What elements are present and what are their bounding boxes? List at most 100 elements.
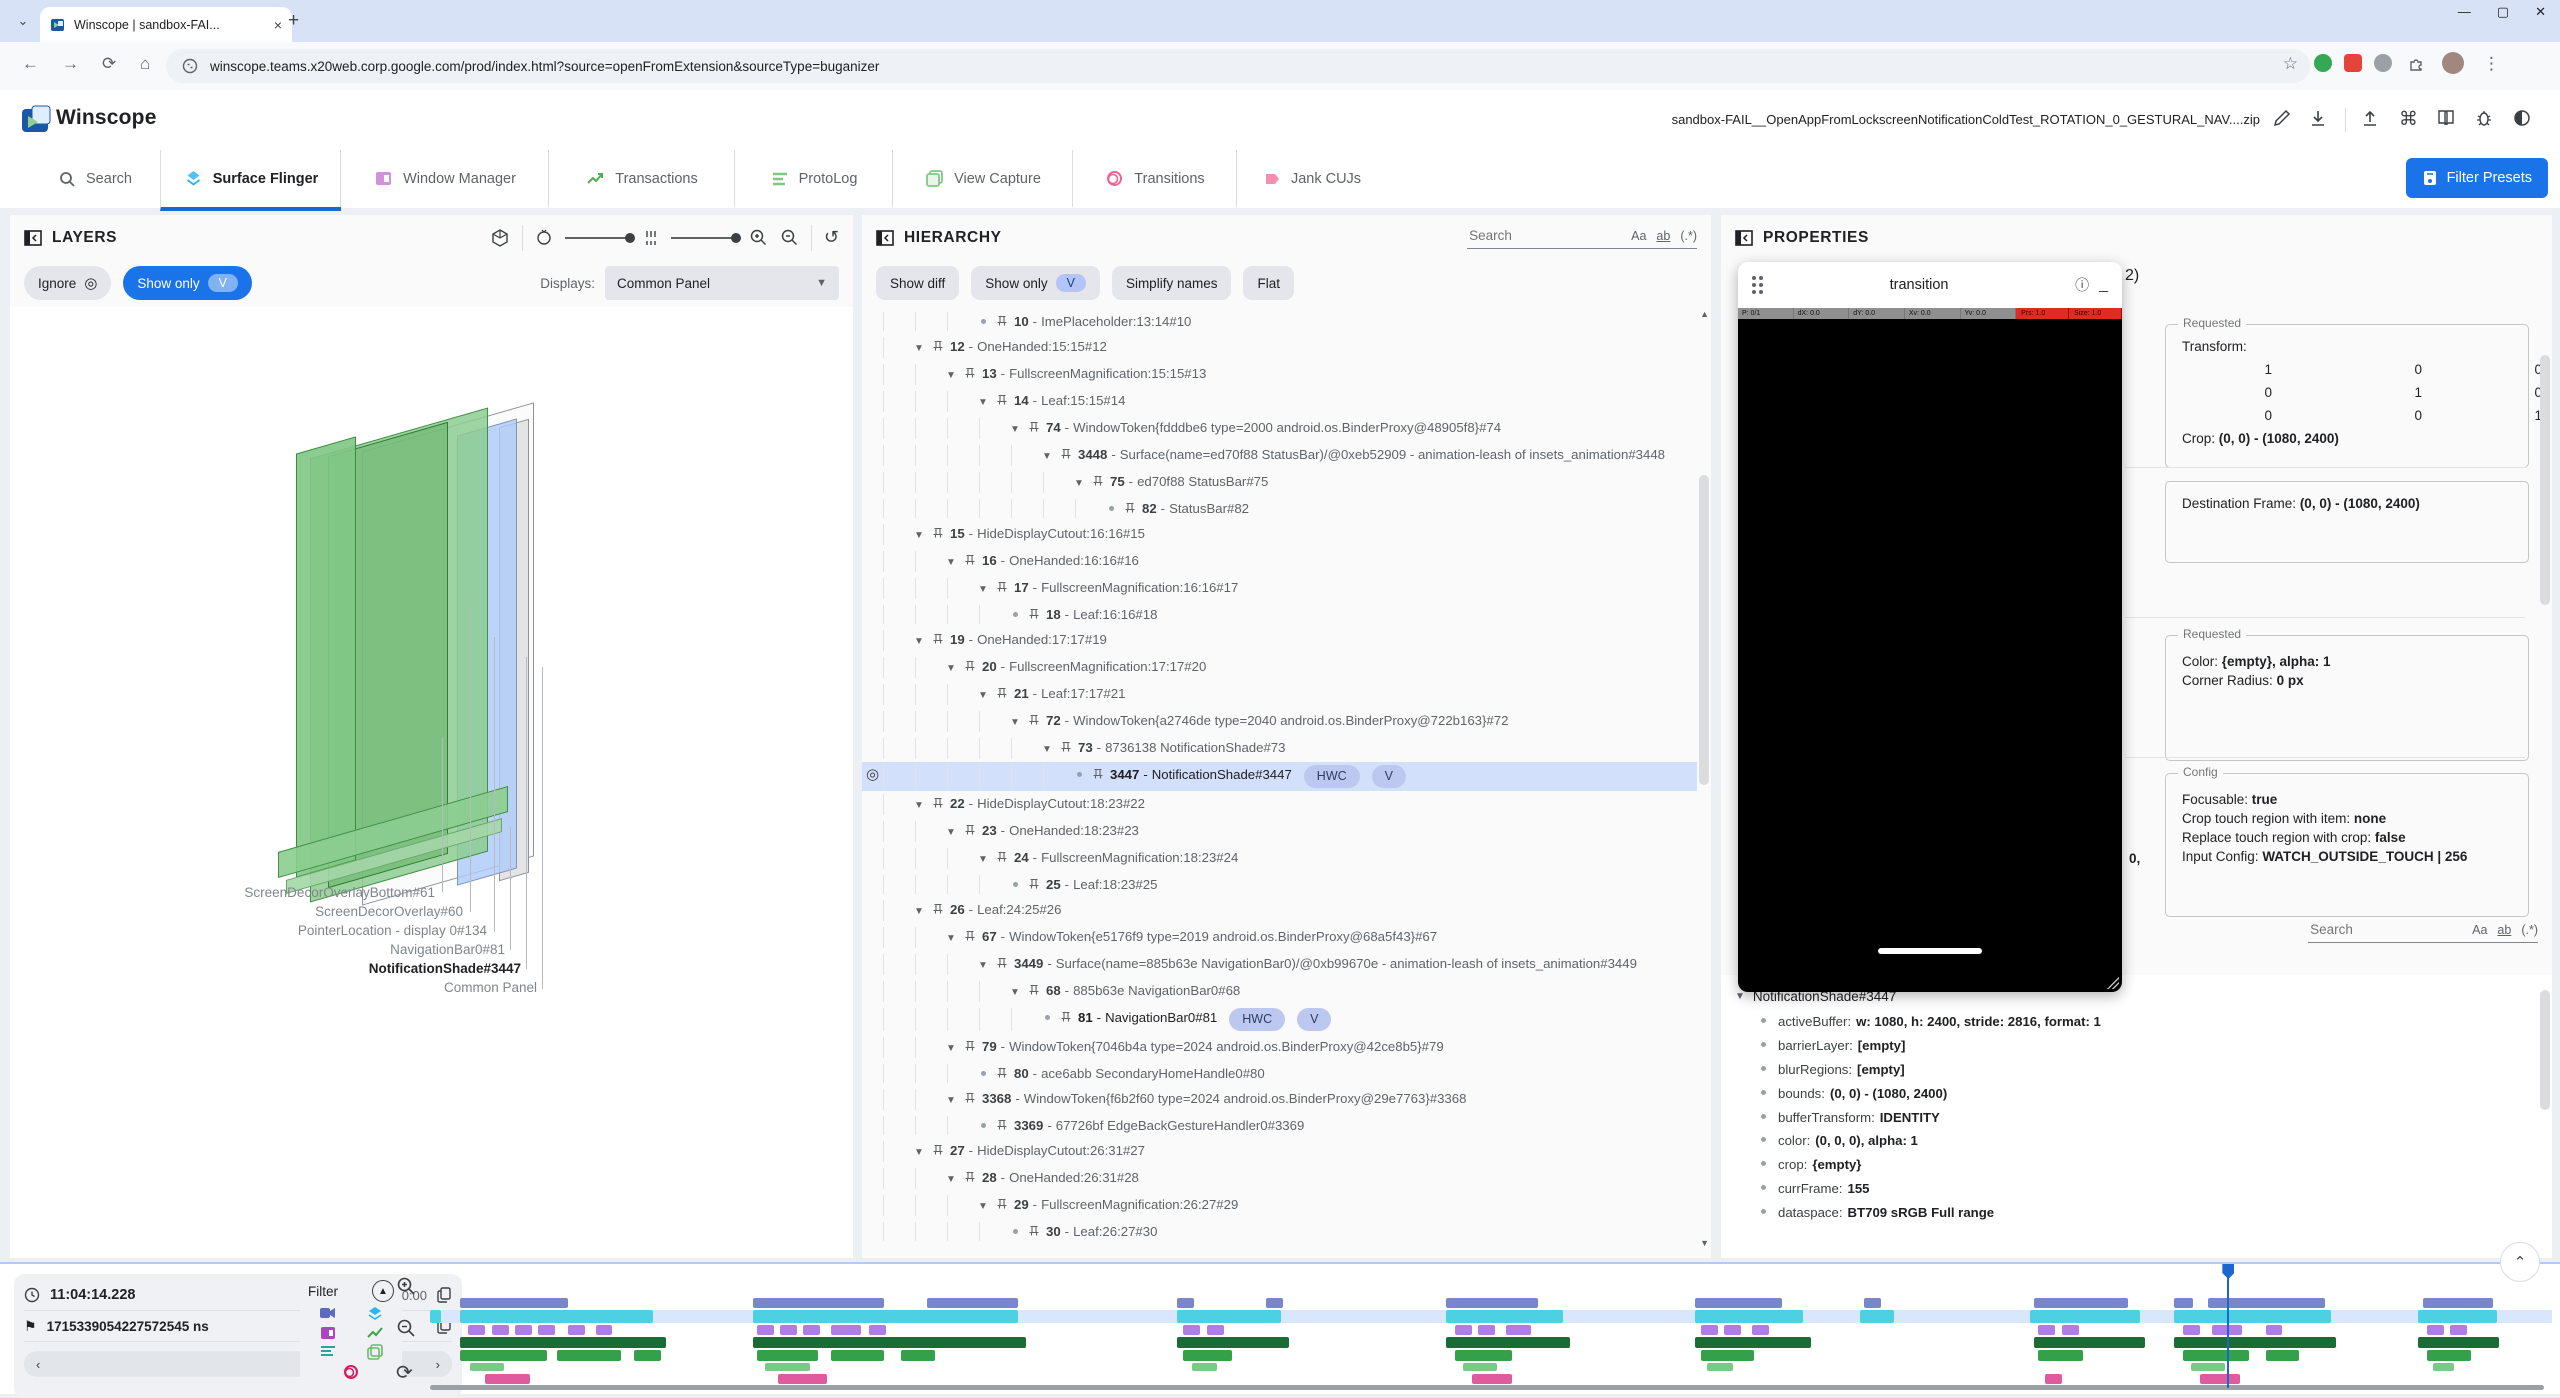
tree-node[interactable]: ▼68-885b63e NavigationBar0#68 (862, 978, 1697, 1005)
match-case-icon[interactable]: Aa (2472, 923, 2487, 937)
timeline-segment-screen-recording[interactable] (1695, 1298, 1782, 1308)
timeline-segment-window-manager[interactable] (803, 1325, 820, 1335)
zoom-in-icon[interactable] (749, 228, 768, 247)
dark-mode-icon[interactable] (2512, 108, 2532, 128)
edit-pencil-icon[interactable] (2272, 108, 2292, 128)
minimize-icon[interactable]: _ (2099, 276, 2108, 294)
property-row[interactable]: barrierLayer:[empty] (1733, 1034, 2552, 1058)
extensions-puzzle-icon[interactable] (2408, 55, 2426, 73)
reset-view-icon[interactable]: ↺ (824, 227, 839, 248)
timeline-segment-protolog[interactable] (557, 1350, 621, 1361)
layer-rect-green-3[interactable] (296, 436, 356, 877)
timeline-segment-screen-recording[interactable] (1177, 1298, 1194, 1308)
tree-node[interactable]: ▼67-WindowToken{e5176f9 type=2019 androi… (862, 924, 1697, 951)
tree-node[interactable]: ▼22-HideDisplayCutout:18:23#22 (862, 791, 1697, 818)
profile-avatar[interactable] (2442, 52, 2464, 74)
tab-protolog[interactable]: ProtoLog (734, 150, 893, 207)
timeline-segment-window-manager[interactable] (2062, 1325, 2079, 1335)
timeline-segment-surface-flinger[interactable] (1446, 1310, 1563, 1323)
spacing-slider[interactable] (671, 237, 737, 239)
rotation-slider[interactable] (565, 237, 631, 239)
window-title-bar[interactable]: transition ⓘ _ (1738, 262, 2122, 308)
tree-node[interactable]: ▼15-HideDisplayCutout:16:16#15 (862, 521, 1697, 548)
home-icon[interactable]: ⌂ (140, 54, 150, 74)
zoom-out-icon[interactable] (780, 228, 799, 247)
transactions-filter-icon[interactable] (367, 1326, 383, 1340)
timeline-segment-window-manager[interactable] (2450, 1325, 2467, 1335)
tab-jank-cujs[interactable]: Jank CUJs (1236, 150, 1387, 207)
timeline-segment-screen-recording[interactable] (2423, 1298, 2493, 1308)
timeline-segment-view-capture[interactable] (1707, 1363, 1732, 1371)
regex-icon[interactable]: (.*) (1680, 229, 1697, 243)
timeline-segment-window-manager[interactable] (1752, 1325, 1769, 1335)
window-maximize-icon[interactable]: ▢ (2497, 4, 2509, 20)
timeline-segment-protolog[interactable] (757, 1350, 819, 1361)
timeline-segment-protolog[interactable] (901, 1350, 935, 1361)
transition-screenshot-window[interactable]: transition ⓘ _ P: 0/1dX: 0.0dY: 0.0Xv: 0… (1738, 262, 2122, 992)
tree-node[interactable]: 3369-67726bf EdgeBackGestureHandler0#336… (862, 1113, 1697, 1138)
window-close-icon[interactable]: ✕ (2535, 4, 2546, 20)
tree-node[interactable]: ▼73-8736138 NotificationShade#73 (862, 735, 1697, 762)
timeline-segment-window-manager[interactable] (2427, 1325, 2444, 1335)
timeline-segment-protolog[interactable] (1183, 1350, 1232, 1361)
extension-icon-red[interactable] (2344, 54, 2362, 72)
timeline-segment-surface-flinger[interactable] (460, 1310, 653, 1323)
match-case-icon[interactable]: Aa (1631, 229, 1646, 243)
timeline-segment-window-manager[interactable] (869, 1325, 886, 1335)
tree-node[interactable]: ▼3449-Surface(name=885b63e NavigationBar… (862, 951, 1697, 978)
tree-node[interactable]: ▼21-Leaf:17:17#21 (862, 681, 1697, 708)
protolog-filter-icon[interactable] (320, 1344, 336, 1358)
timeline-segment-transactions[interactable] (1446, 1337, 1569, 1348)
layer-label[interactable]: ScreenDecorOverlay#60 (315, 904, 463, 919)
timeline-segment-window-manager[interactable] (1207, 1325, 1224, 1335)
timeline-segment-transitions[interactable] (1472, 1374, 1512, 1384)
timeline-tracks[interactable] (430, 1264, 2552, 1394)
tab-search[interactable]: Search (30, 150, 160, 207)
screen-recording-filter-icon[interactable] (319, 1306, 336, 1320)
timeline-segment-window-manager[interactable] (2038, 1325, 2055, 1335)
timeline-segment-transactions[interactable] (1177, 1337, 1289, 1348)
layer-label[interactable]: PointerLocation - display 0#134 (298, 923, 487, 938)
tree-node[interactable]: 25-Leaf:18:23#25 (862, 872, 1697, 897)
timeline-segment-screen-recording[interactable] (1446, 1298, 1537, 1308)
tab-close-icon[interactable]: × (274, 17, 282, 33)
timeline-segment-window-manager[interactable] (757, 1325, 774, 1335)
tab-transitions[interactable]: Transitions (1072, 150, 1237, 207)
property-row[interactable]: dataspace:BT709 sRGB Full range (1733, 1200, 2552, 1224)
tree-node[interactable]: ▼23-OneHanded:18:23#23 (862, 818, 1697, 845)
timeline-segment-transactions[interactable] (1695, 1337, 1812, 1348)
layers-3d-view[interactable]: ScreenDecorOverlayBottom#61 ScreenDecorO… (10, 307, 853, 1258)
tree-node[interactable]: ▼74-WindowToken{fdddbe6 type=2000 androi… (862, 415, 1697, 442)
timeline-segment-screen-recording[interactable] (753, 1298, 885, 1308)
tree-node[interactable]: ▼79-WindowToken{7046b4a type=2024 androi… (862, 1034, 1697, 1061)
window-minimize-icon[interactable]: — (2458, 4, 2471, 20)
timeline-zoom-out-icon[interactable] (396, 1318, 416, 1338)
drag-handle-icon[interactable] (1752, 276, 1763, 294)
layers-show-only-button[interactable]: Show only V (123, 266, 252, 300)
timeline-segment-transactions[interactable] (2034, 1337, 2144, 1348)
report-bug-icon[interactable] (2474, 108, 2494, 128)
tree-node[interactable]: ▼16-OneHanded:16:16#16 (862, 548, 1697, 575)
displays-select[interactable]: Common Panel ▼ (605, 266, 839, 300)
tree-node[interactable]: ▼19-OneHanded:17:17#19 (862, 627, 1697, 654)
timeline-segment-screen-recording[interactable] (460, 1298, 568, 1308)
download-icon[interactable] (2308, 108, 2328, 128)
reload-icon[interactable]: ⟳ (102, 54, 116, 74)
timeline-segment-window-manager[interactable] (780, 1325, 797, 1335)
timeline-segment-transitions[interactable] (778, 1374, 827, 1384)
timeline-segment-window-manager[interactable] (831, 1325, 861, 1335)
layer-label-selected[interactable]: NotificationShade#3447 (369, 961, 521, 976)
tab-view-capture[interactable]: View Capture (892, 150, 1073, 207)
collapse-panel-icon[interactable] (1735, 229, 1753, 247)
forward-icon[interactable]: → (62, 54, 79, 74)
timeline-segment-transactions[interactable] (2418, 1337, 2499, 1348)
timeline-segment-transactions[interactable] (753, 1337, 1027, 1348)
regex-icon[interactable]: (.*) (2521, 923, 2538, 937)
timeline-zoom-in-icon[interactable] (396, 1276, 416, 1296)
timeline-segment-window-manager[interactable] (1506, 1325, 1531, 1335)
upload-icon[interactable] (2360, 108, 2380, 128)
tab-window-manager[interactable]: Window Manager (340, 150, 549, 207)
tree-node[interactable]: ▼75-ed70f88 StatusBar#75 (862, 469, 1697, 496)
property-row[interactable]: color:(0, 0, 0), alpha: 1 (1733, 1129, 2552, 1153)
match-word-icon[interactable]: ab (1656, 229, 1670, 243)
